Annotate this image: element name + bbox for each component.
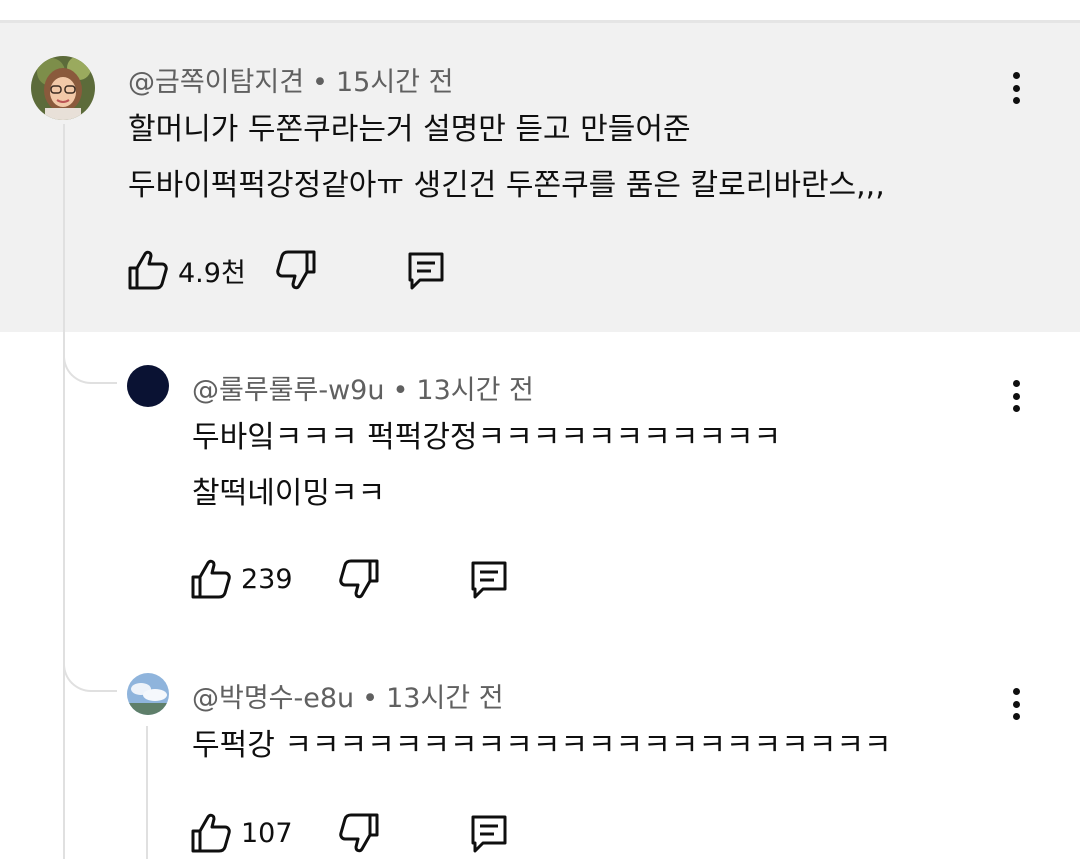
- comment-line: 찰떡네이밍ㅋㅋ: [192, 476, 386, 511]
- comment-meta: @박명수-e8u • 13시간 전: [192, 676, 504, 715]
- comment-icon: [471, 815, 507, 853]
- dislike-button[interactable]: [337, 557, 381, 601]
- comment-text: 두퍽강 ㅋㅋㅋㅋㅋㅋㅋㅋㅋㅋㅋㅋㅋㅋㅋㅋㅋㅋㅋㅋㅋㅋ: [192, 718, 892, 774]
- comment-line: 두바이퍽퍽강정같아ㅠ 생긴건 두쫀쿠를 품은 칼로리바란스,,,: [128, 168, 885, 203]
- thumbs-up-icon: [128, 250, 168, 290]
- separator-dot: •: [362, 683, 379, 714]
- more-vert-icon[interactable]: [1006, 378, 1026, 414]
- like-button[interactable]: 239: [189, 557, 293, 601]
- thread-connector: [63, 610, 117, 692]
- avatar[interactable]: [127, 365, 169, 407]
- thumbs-down-icon: [276, 250, 316, 290]
- like-button[interactable]: 107: [189, 811, 293, 855]
- more-vert-icon[interactable]: [1006, 686, 1026, 722]
- comment-line: 두바잌ㅋㅋㅋ 퍽퍽강정ㅋㅋㅋㅋㅋㅋㅋㅋㅋㅋㅋ: [192, 420, 782, 455]
- comment-meta: @금쪽이탐지견 • 15시간 전: [128, 60, 453, 99]
- author-name[interactable]: @금쪽이탐지견: [128, 67, 304, 98]
- thumbs-up-icon: [191, 559, 231, 599]
- timestamp[interactable]: 15시간 전: [336, 67, 453, 98]
- author-name[interactable]: @박명수-e8u: [192, 683, 354, 714]
- comment-line: 할머니가 두쫀쿠라는거 설명만 듣고 만들어준: [128, 112, 691, 147]
- comment-text: 할머니가 두쫀쿠라는거 설명만 듣고 만들어준 두바이퍽퍽강정같아ㅠ 생긴건 두…: [128, 102, 885, 214]
- comment-meta: @룰루룰루-w9u • 13시간 전: [192, 368, 534, 407]
- thumbs-down-icon: [339, 559, 379, 599]
- avatar[interactable]: [31, 56, 95, 120]
- thumbs-down-icon: [339, 813, 379, 853]
- thread-line: [146, 726, 148, 859]
- separator-dot: •: [312, 67, 328, 98]
- comment-text: 두바잌ㅋㅋㅋ 퍽퍽강정ㅋㅋㅋㅋㅋㅋㅋㅋㅋㅋㅋ 찰떡네이밍ㅋㅋ: [192, 410, 781, 522]
- thread-line: [63, 124, 65, 859]
- like-count: 239: [241, 563, 293, 595]
- like-button[interactable]: 4.9천: [126, 248, 246, 292]
- comment-actions: 107: [189, 811, 519, 855]
- comment-icon: [408, 252, 444, 290]
- reply-button[interactable]: [467, 811, 511, 855]
- thumbs-up-icon: [191, 813, 231, 853]
- timestamp[interactable]: 13시간 전: [386, 683, 503, 714]
- comment-actions: 239: [189, 557, 519, 601]
- author-name[interactable]: @룰루룰루-w9u: [192, 375, 384, 406]
- dislike-button[interactable]: [337, 811, 381, 855]
- comment-icon: [471, 561, 507, 599]
- timestamp[interactable]: 13시간 전: [416, 375, 533, 406]
- reply-button[interactable]: [404, 248, 448, 292]
- comment-actions: 4.9천: [126, 248, 456, 292]
- avatar[interactable]: [127, 673, 169, 715]
- more-vert-icon[interactable]: [1006, 70, 1026, 106]
- dislike-button[interactable]: [274, 248, 318, 292]
- thread-connector: [63, 300, 117, 384]
- reply-button[interactable]: [467, 557, 511, 601]
- separator-dot: •: [392, 375, 409, 406]
- like-count: 107: [241, 817, 293, 849]
- like-count: 4.9천: [178, 257, 246, 289]
- comment-line: 두퍽강 ㅋㅋㅋㅋㅋㅋㅋㅋㅋㅋㅋㅋㅋㅋㅋㅋㅋㅋㅋㅋㅋㅋ: [192, 728, 892, 763]
